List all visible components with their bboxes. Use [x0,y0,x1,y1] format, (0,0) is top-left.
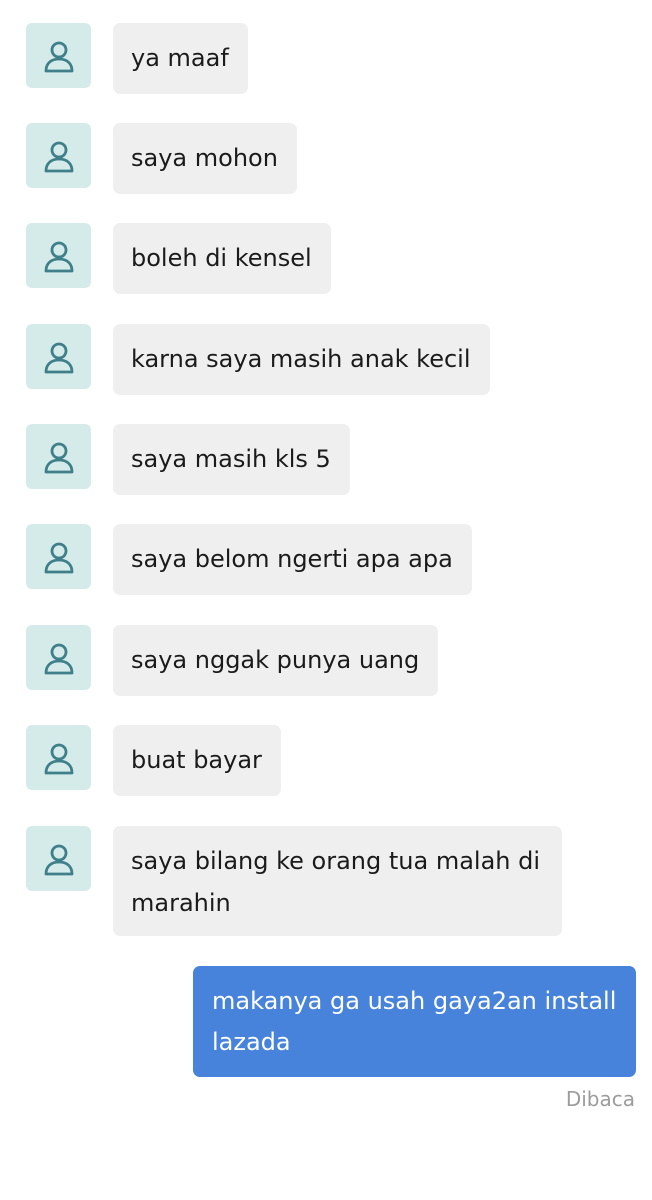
outgoing-message-bubble[interactable]: makanya ga usah gaya2an install lazada [193,966,636,1077]
chat-thread: ya maaf saya mohon boleh di kensel karna [0,0,652,1200]
message-bubble[interactable]: karna saya masih anak kecil [113,324,490,395]
incoming-message: karna saya masih anak kecil [26,324,490,395]
incoming-message: saya belom ngerti apa apa [26,524,472,595]
avatar[interactable] [26,123,91,188]
incoming-message: saya bilang ke orang tua malah di marahi… [26,826,562,936]
user-icon [44,743,73,774]
incoming-message: buat bayar [26,725,281,796]
message-bubble[interactable]: boleh di kensel [113,223,331,294]
incoming-message: saya masih kls 5 [26,424,350,495]
avatar[interactable] [26,725,91,790]
incoming-message: boleh di kensel [26,223,331,294]
avatar[interactable] [26,524,91,589]
user-icon [44,141,73,172]
user-icon [44,342,73,373]
avatar[interactable] [26,625,91,690]
message-bubble[interactable]: saya mohon [113,123,297,194]
message-bubble[interactable]: saya nggak punya uang [113,625,439,696]
incoming-message: saya nggak punya uang [26,625,439,696]
incoming-message: saya mohon [26,123,297,194]
message-bubble[interactable]: saya masih kls 5 [113,424,350,495]
message-bubble[interactable]: saya bilang ke orang tua malah di marahi… [113,826,562,936]
user-icon [44,844,73,875]
message-bubble[interactable]: ya maaf [113,23,248,94]
message-bubble[interactable]: buat bayar [113,725,281,796]
user-icon [44,41,73,72]
avatar[interactable] [26,23,91,88]
message-bubble[interactable]: saya belom ngerti apa apa [113,524,472,595]
avatar[interactable] [26,324,91,389]
incoming-message: ya maaf [26,23,248,94]
user-icon [44,542,73,573]
user-icon [44,241,73,272]
avatar[interactable] [26,424,91,489]
user-icon [44,442,73,473]
read-status: Dibaca [565,1087,635,1111]
avatar[interactable] [26,223,91,288]
avatar[interactable] [26,826,91,891]
user-icon [44,643,73,674]
